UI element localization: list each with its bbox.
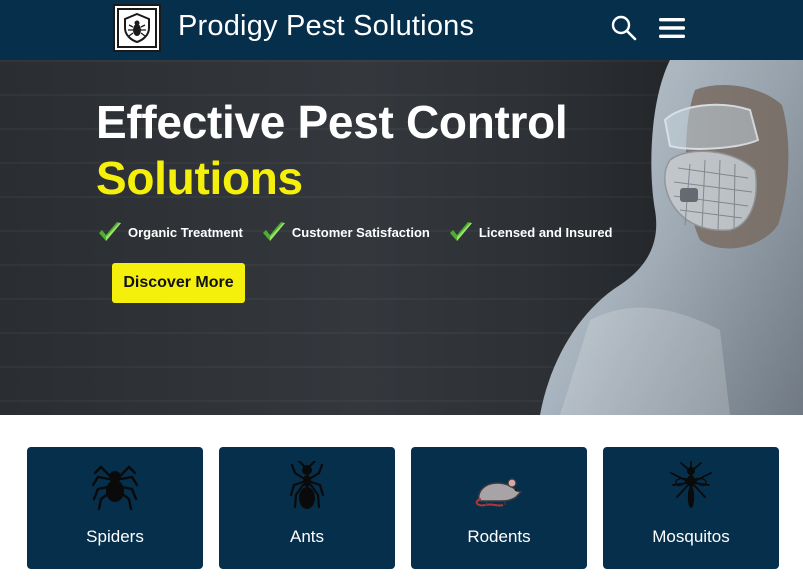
check-icon: [262, 222, 285, 241]
ant-icon: [289, 461, 325, 509]
feature-item: Licensed and Insured: [448, 220, 613, 244]
hero-title-line2: Solutions: [96, 152, 303, 204]
site-title[interactable]: Prodigy Pest Solutions: [178, 8, 474, 44]
check-icon: [99, 222, 121, 241]
rat-icon: [475, 478, 523, 507]
feature-list: Organic Treatment Customer Satisfaction …: [97, 220, 631, 244]
site-logo[interactable]: [113, 4, 161, 52]
bug-shield-logo-icon: [117, 8, 157, 48]
mosquito-icon: [670, 461, 712, 508]
service-card-rodents[interactable]: Rodents: [411, 447, 587, 569]
services-grid: Spiders Ants Rodents Mosquitos: [27, 447, 779, 569]
hero-title-line1: Effective Pest Control: [96, 96, 568, 148]
feature-label: Customer Satisfaction: [291, 224, 430, 240]
hero-title: Effective Pest Control Solutions: [96, 94, 568, 206]
site-header: Prodigy Pest Solutions: [0, 0, 803, 60]
service-card-label: Spiders: [86, 527, 144, 546]
feature-item: Customer Satisfaction: [261, 220, 430, 244]
check-icon: [449, 222, 472, 241]
search-icon[interactable]: [610, 14, 638, 42]
hamburger-menu-icon[interactable]: [656, 14, 688, 42]
service-card-mosquitos[interactable]: Mosquitos: [603, 447, 779, 569]
discover-more-button[interactable]: Discover More: [112, 263, 245, 303]
service-card-label: Rodents: [467, 527, 531, 546]
service-card-spiders[interactable]: Spiders: [27, 447, 203, 569]
service-card-label: Ants: [289, 527, 325, 546]
feature-item: Organic Treatment: [97, 220, 243, 244]
service-card-ants[interactable]: Ants: [219, 447, 395, 569]
feature-label: Licensed and Insured: [478, 224, 613, 240]
feature-label: Organic Treatment: [128, 224, 243, 240]
hero-banner: Effective Pest Control Solutions Organic…: [0, 60, 803, 415]
spider-icon: [91, 465, 139, 511]
service-card-label: Mosquitos: [652, 527, 730, 546]
